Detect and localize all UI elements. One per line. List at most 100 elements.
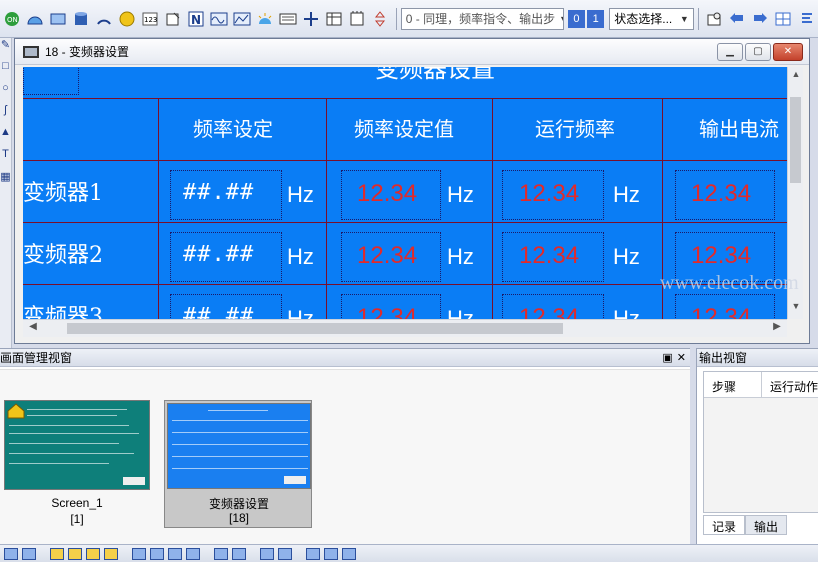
- triangle-icon[interactable]: [370, 8, 391, 30]
- text-icon[interactable]: T: [0, 148, 11, 170]
- group-icon[interactable]: [4, 547, 18, 560]
- preview-line: [208, 410, 268, 411]
- send-back-icon[interactable]: [68, 547, 82, 560]
- align-top-icon[interactable]: [168, 547, 182, 560]
- preview-line: [172, 444, 308, 445]
- table-icon[interactable]: [324, 8, 345, 30]
- tab-log[interactable]: 记录: [703, 515, 746, 535]
- arc-icon[interactable]: [93, 8, 114, 30]
- center-v-icon[interactable]: [232, 547, 246, 560]
- scroll-down-icon[interactable]: ▼: [788, 301, 804, 317]
- preview-line: [27, 409, 127, 410]
- arrow-left-icon[interactable]: [727, 8, 748, 30]
- preview-line: [172, 468, 308, 469]
- screen1-preview: [4, 400, 150, 490]
- n-icon[interactable]: N: [185, 8, 206, 30]
- run-freq-display: 12.34: [519, 242, 580, 269]
- freq-input[interactable]: ##.##: [183, 304, 254, 319]
- align-right-icon[interactable]: [150, 547, 164, 560]
- header-run-freq: 运行频率: [535, 117, 615, 141]
- preview-line: [172, 456, 308, 457]
- scroll-left-icon[interactable]: ◀: [25, 321, 41, 332]
- row-label-inverter1: 变频器1: [23, 181, 103, 206]
- square-icon[interactable]: □: [0, 60, 11, 82]
- output-table: 步骤 运行动作: [703, 371, 818, 513]
- grid-icon[interactable]: ▦: [0, 170, 11, 192]
- freq-input[interactable]: ##.##: [183, 242, 254, 267]
- unit-hz: Hz: [613, 244, 640, 269]
- close-button[interactable]: ✕: [773, 42, 803, 61]
- unit-hz: Hz: [287, 306, 314, 319]
- cross-icon[interactable]: [301, 8, 322, 30]
- center-h-icon[interactable]: [214, 547, 228, 560]
- freq-input[interactable]: ##.##: [183, 180, 254, 205]
- preview-button: [123, 477, 145, 485]
- maximize-button[interactable]: ▢: [745, 42, 771, 61]
- close-icon[interactable]: ✕: [677, 351, 686, 364]
- size-icon[interactable]: [342, 547, 356, 560]
- arrow-right-icon[interactable]: [750, 8, 771, 30]
- preview-line: [172, 432, 308, 433]
- edit-icon[interactable]: [162, 8, 183, 30]
- wave-icon[interactable]: [208, 8, 229, 30]
- minimize-button[interactable]: ▁: [717, 42, 743, 61]
- cylinder-icon[interactable]: [70, 8, 91, 30]
- tab-output[interactable]: 输出: [745, 515, 788, 535]
- circle-icon[interactable]: ○: [0, 82, 11, 104]
- screen-editor-window: 18 - 变频器设置 ▁ ▢ ✕ 变频器设置 频率设定 频率设定值 运行频率 输…: [14, 38, 810, 344]
- header-freq-set-value: 频率设定值: [354, 117, 454, 141]
- set-value-display: 12.34: [357, 304, 418, 319]
- same-height-icon[interactable]: [278, 547, 292, 560]
- current-display: 12.34: [691, 242, 752, 269]
- curve-icon[interactable]: ʃ: [0, 104, 11, 126]
- send-backward-icon[interactable]: [104, 547, 118, 560]
- grid-line: [23, 98, 787, 99]
- horizontal-scroll-thumb[interactable]: [67, 323, 563, 334]
- fill-icon[interactable]: ▲: [0, 126, 11, 148]
- bring-forward-icon[interactable]: [86, 547, 100, 560]
- screen-thumb-screen1[interactable]: Screen_1 [1]: [0, 400, 154, 550]
- state-combo[interactable]: 0 - 同理，频率指令、输出步▼: [400, 7, 564, 30]
- monitor-icon: [23, 45, 39, 58]
- preview-line: [9, 425, 129, 426]
- svg-text:123: 123: [144, 16, 157, 24]
- svg-text:ON: ON: [7, 16, 18, 24]
- gauge-icon[interactable]: [24, 8, 45, 30]
- pencil-icon[interactable]: ✎: [0, 38, 11, 60]
- space-v-icon[interactable]: [324, 547, 338, 560]
- space-h-icon[interactable]: [306, 547, 320, 560]
- circle-icon[interactable]: [116, 8, 137, 30]
- state-select[interactable]: 状态选择... ▼: [609, 7, 694, 30]
- grid-icon[interactable]: [773, 8, 794, 30]
- selection-frame[interactable]: [23, 67, 79, 95]
- restore-icon[interactable]: ▣: [662, 351, 672, 364]
- screen-thumb-inverter-settings[interactable]: 变频器设置 [18]: [164, 400, 312, 528]
- keyboard-icon[interactable]: [278, 8, 299, 30]
- state-0-button[interactable]: 0: [567, 9, 586, 28]
- lamp-icon[interactable]: [255, 8, 276, 30]
- trend-icon[interactable]: [231, 8, 252, 30]
- horizontal-scrollbar[interactable]: ◀ ▶: [23, 319, 787, 337]
- note-icon[interactable]: [347, 8, 368, 30]
- state-select-value: 状态选择...: [614, 12, 673, 26]
- preview-line: [9, 463, 109, 464]
- unit-hz: Hz: [447, 182, 474, 207]
- screen-thumbnails: Screen_1 [1] 变频器设置 [18]: [0, 369, 690, 545]
- scroll-right-icon[interactable]: ▶: [769, 321, 785, 332]
- chevron-down-icon: ▼: [555, 14, 563, 24]
- scroll-up-icon[interactable]: ▲: [788, 69, 804, 85]
- state-1-button[interactable]: 1: [587, 9, 605, 28]
- ungroup-icon[interactable]: [22, 547, 36, 560]
- on-icon[interactable]: ON: [1, 8, 22, 30]
- align-icon[interactable]: [796, 8, 817, 30]
- vertical-scroll-thumb[interactable]: [790, 97, 801, 183]
- settings-icon[interactable]: [704, 8, 725, 30]
- bring-front-icon[interactable]: [50, 547, 64, 560]
- same-width-icon[interactable]: [260, 547, 274, 560]
- set-value-display: 12.34: [357, 180, 418, 207]
- numeric-icon[interactable]: 123: [139, 8, 160, 30]
- rect-icon[interactable]: [47, 8, 68, 30]
- align-left-icon[interactable]: [132, 547, 146, 560]
- align-bottom-icon[interactable]: [186, 547, 200, 560]
- watermark: www.elecok.com: [660, 272, 799, 294]
